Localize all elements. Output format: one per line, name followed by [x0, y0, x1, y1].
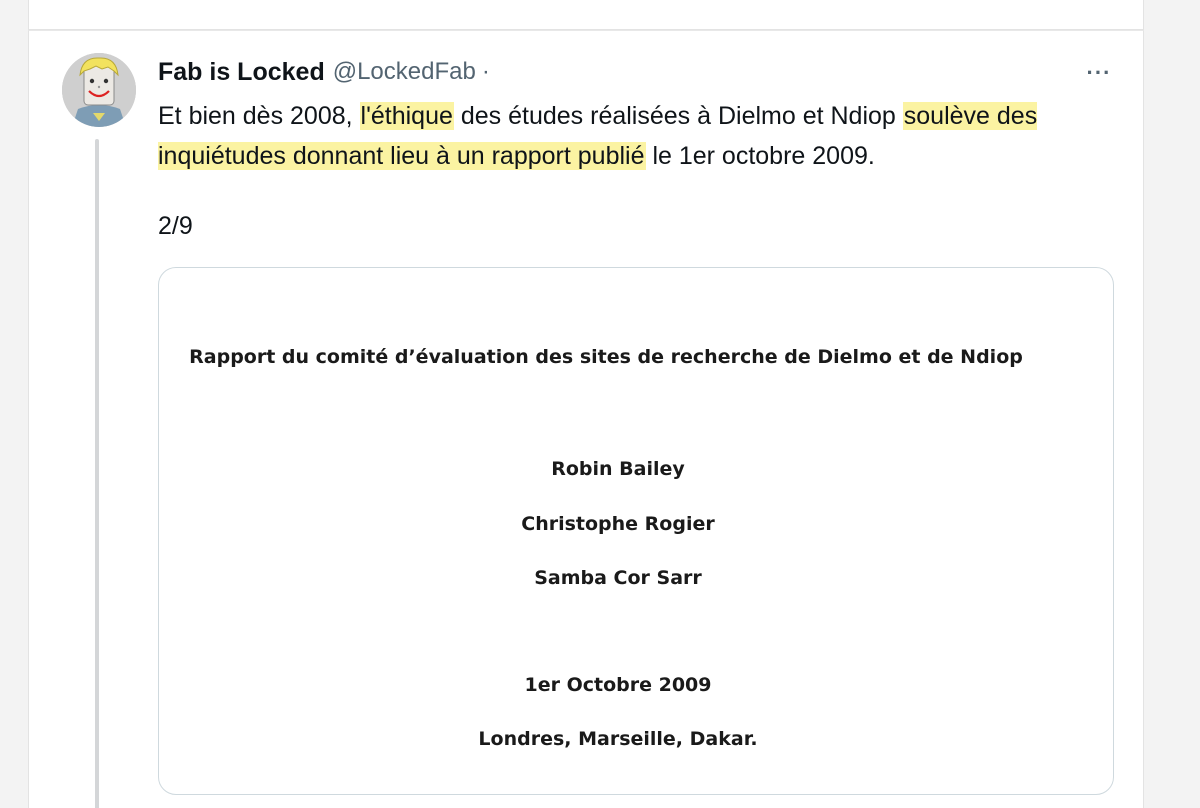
page: Fab is Locked @LockedFab · ··· Et bien d…	[0, 0, 1200, 808]
tweet-text-segment: des études réalisées à Dielmo et Ndiop	[453, 102, 903, 130]
avatar[interactable]	[62, 53, 136, 127]
tweet-text: Et bien dès 2008, l'éthique des études r…	[158, 96, 1118, 176]
thread-connector-line	[95, 139, 99, 808]
document-author: Christophe Rogier	[521, 513, 715, 535]
document-title: Rapport du comité d’évaluation des sites…	[189, 346, 1023, 368]
document-author: Samba Cor Sarr	[534, 567, 702, 589]
tweet-header: Fab is Locked @LockedFab ·	[158, 57, 490, 87]
header-separator: ·	[481, 58, 490, 85]
avatar-image	[62, 53, 136, 127]
author-display-name[interactable]: Fab is Locked	[158, 58, 325, 87]
author-handle[interactable]: @LockedFab	[333, 58, 476, 86]
more-options-icon[interactable]: ···	[1081, 59, 1117, 87]
thread-counter: 2/9	[158, 212, 193, 240]
media-attachment[interactable]: Rapport du comité d’évaluation des sites…	[158, 267, 1114, 795]
tweet-text-segment: Et bien dès 2008,	[158, 102, 360, 130]
tweet-card[interactable]: Fab is Locked @LockedFab · ··· Et bien d…	[28, 30, 1144, 808]
document-author: Robin Bailey	[551, 458, 685, 480]
previous-tweet-card	[28, 0, 1144, 30]
tweet-text-segment: le 1er octobre 2009.	[645, 142, 875, 170]
document-date: 1er Octobre 2009	[524, 674, 712, 696]
document-places: Londres, Marseille, Dakar.	[478, 728, 758, 750]
highlighted-text-segment: l'éthique	[359, 102, 454, 130]
